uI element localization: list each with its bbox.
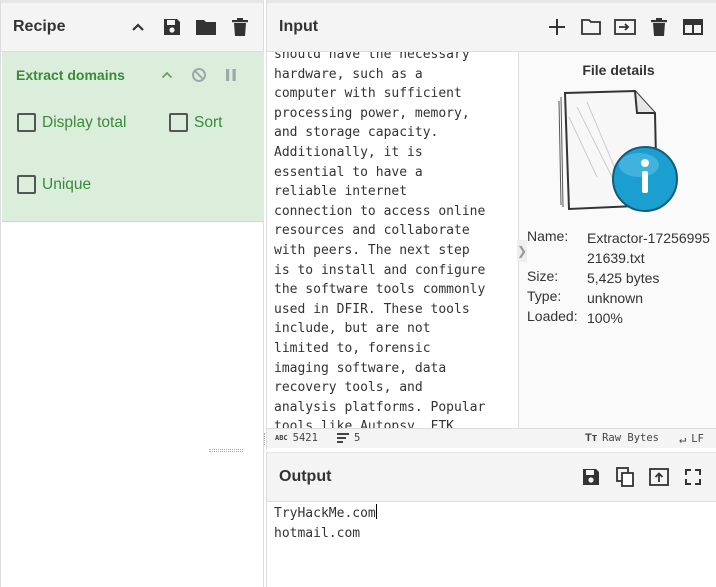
save-icon[interactable] [161,16,183,38]
trash-icon[interactable] [229,16,251,38]
file-name-line-2: 21639.txt [587,250,645,266]
checkbox-box[interactable] [17,175,36,194]
file-icon [557,87,685,220]
encoding-value: Raw Bytes [602,432,660,444]
input-line: should have the necessary [274,52,470,62]
display-total-checkbox[interactable]: Display total [17,113,126,132]
output-header: Output [267,452,716,502]
input-line: limited to, forensic [274,340,431,356]
recipe-title: Recipe [13,18,66,35]
maximize-icon[interactable] [682,466,704,488]
file-type-row: Type: unknown [527,288,715,308]
folder-icon[interactable] [195,16,217,38]
input-line: and storage capacity. [274,125,439,141]
output-title: Output [279,468,332,485]
input-line: Additionally, it is [274,144,423,160]
recipe-panel: Recipe Extract domains Display total Sor… [0,0,264,587]
lines-value: 5 [354,432,361,444]
file-name-value: Extractor-17256995 21639.txt [587,228,715,268]
input-line: computer with sufficient [274,86,462,102]
operation-title: Extract domains [16,67,125,83]
encoding-stat[interactable]: Tт Raw Bytes [585,432,659,444]
input-header: Input [267,0,716,52]
abc-icon: ABC [275,434,288,442]
file-size-value: 5,425 bytes [587,270,660,286]
sort-checkbox[interactable]: Sort [169,113,222,132]
output-line: hotmail.com [274,526,361,541]
file-name-row: Name: Extractor-17256995 21639.txt [527,228,715,268]
operation-extract-domains: Extract domains Display total Sort Uniqu… [2,52,264,222]
input-line: processing power, memory, [274,105,470,121]
file-type-value: unknown [587,290,644,306]
disable-icon[interactable] [188,64,210,86]
file-name-label: Name: [527,228,569,244]
file-loaded-label: Loaded: [527,308,578,324]
input-status-bar: ABC 5421 5 Tт Raw Bytes ↵ LF [267,428,716,448]
open-file-icon[interactable] [614,16,636,38]
clear-input-icon[interactable] [648,16,670,38]
input-line: imaging software, data [274,360,447,376]
input-title: Input [279,18,319,35]
input-line: with peers. The next step [274,242,470,258]
text-encoding-icon: Tт [585,432,598,444]
io-resize-handle[interactable] [209,449,243,452]
output-panel: Output TryHackMe.com hotmail.com [266,452,716,587]
file-type-label: Type: [527,288,562,304]
sort-label: Sort [194,113,223,131]
lines-stat: 5 [337,432,360,444]
file-details-title: File details [582,62,655,78]
input-line: analysis platforms. Popular [274,399,486,415]
input-line: recovery tools, and [274,380,423,396]
input-line: resources and collaborate [274,223,470,239]
eol-value: LF [691,433,704,445]
input-line: tools like Autopsy, FTK [274,419,455,428]
copy-icon[interactable] [614,466,636,488]
replace-input-icon[interactable] [648,466,670,488]
length-stat: ABC 5421 [275,432,318,444]
length-value: 5421 [292,432,318,444]
output-textarea[interactable]: TryHackMe.com hotmail.com [274,504,377,544]
input-line: connection to access online [274,203,486,219]
file-name-line-1: Extractor-17256995 [587,230,710,246]
add-tab-icon[interactable] [546,16,568,38]
pause-icon[interactable] [220,64,242,86]
file-loaded-value: 100% [587,310,623,326]
lines-icon [337,433,349,443]
output-line-text: TryHackMe.com [274,506,376,521]
file-details-pane: File details Name: Extractor-17256995 216… [518,52,716,428]
input-line: is to install and configure [274,262,486,278]
input-line: essential to have a [274,164,423,180]
display-total-label: Display total [42,113,127,131]
input-line: the software tools commonly [274,282,486,298]
output-line: TryHackMe.com [274,504,377,524]
checkbox-box[interactable] [169,113,188,132]
chevron-up-icon[interactable] [127,16,149,38]
input-panel: Input should have the necessary hardware,… [266,0,716,450]
open-folder-icon[interactable] [580,16,602,38]
checkbox-box[interactable] [17,113,36,132]
eol-stat[interactable]: ↵ LF [679,432,704,446]
input-line: reliable internet [274,184,408,200]
save-output-icon[interactable] [580,466,602,488]
unique-checkbox[interactable]: Unique [17,175,91,194]
file-size-row: Size: 5,425 bytes [527,268,715,288]
toggle-file-details-icon[interactable]: ❯ [517,240,527,262]
input-lines: should have the necessary hardware, such … [274,52,485,428]
return-icon: ↵ [679,432,687,446]
layout-icon[interactable] [682,16,704,38]
unique-label: Unique [42,175,92,193]
recipe-header: Recipe [1,0,263,52]
file-size-label: Size: [527,268,559,284]
input-line: used in DFIR. These tools [274,301,470,317]
input-line: include, but are not [274,321,431,337]
text-caret [375,504,377,519]
file-loaded-row: Loaded: 100% [527,308,715,328]
input-line: hardware, such as a [274,66,423,82]
collapse-chevron-icon[interactable] [156,64,178,86]
input-textarea[interactable]: should have the necessary hardware, such … [267,52,518,428]
